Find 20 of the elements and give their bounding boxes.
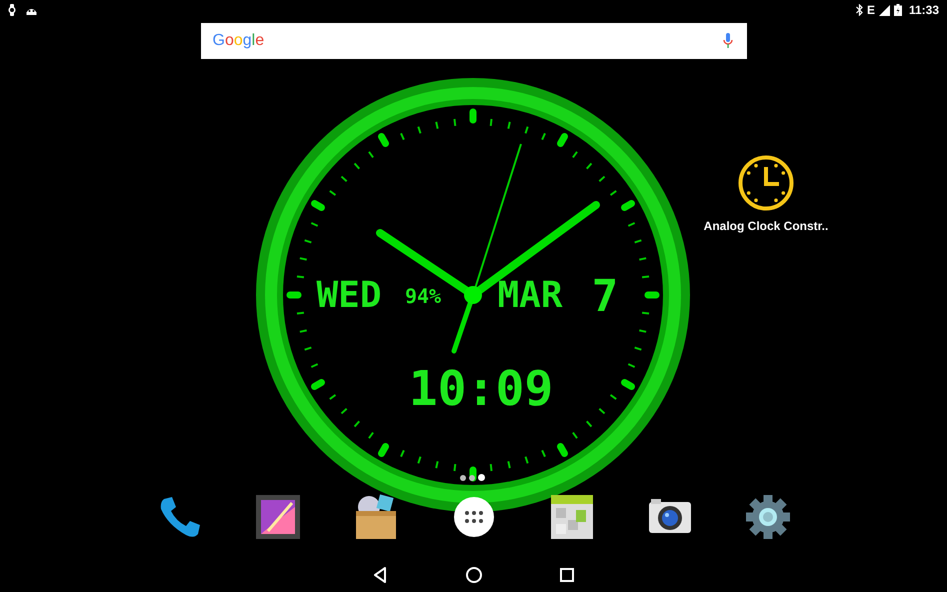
signal-icon bbox=[878, 4, 890, 16]
home-icon[interactable] bbox=[464, 566, 482, 584]
month: MAR bbox=[497, 275, 563, 316]
search-bar[interactable]: Google bbox=[200, 23, 746, 59]
weekday: WED bbox=[316, 275, 382, 316]
clock-time: 11:33 bbox=[908, 3, 939, 17]
microphone-icon[interactable] bbox=[722, 33, 732, 49]
app-label[interactable]: Analog Clock Constr.. bbox=[704, 219, 828, 233]
network-type: E bbox=[866, 3, 875, 17]
battery-icon bbox=[894, 4, 902, 16]
google-logo: Google bbox=[212, 32, 266, 50]
bluetooth-icon bbox=[856, 4, 863, 16]
gallery-icon[interactable] bbox=[254, 493, 302, 541]
settings-icon[interactable] bbox=[744, 493, 792, 541]
digital-time: 10:09 bbox=[408, 361, 554, 417]
recents-icon[interactable] bbox=[558, 566, 576, 584]
watch-icon bbox=[8, 4, 16, 16]
battery-percent: 94% bbox=[404, 284, 442, 308]
date: 7 bbox=[592, 271, 618, 322]
clock-app-icon[interactable] bbox=[738, 155, 794, 211]
